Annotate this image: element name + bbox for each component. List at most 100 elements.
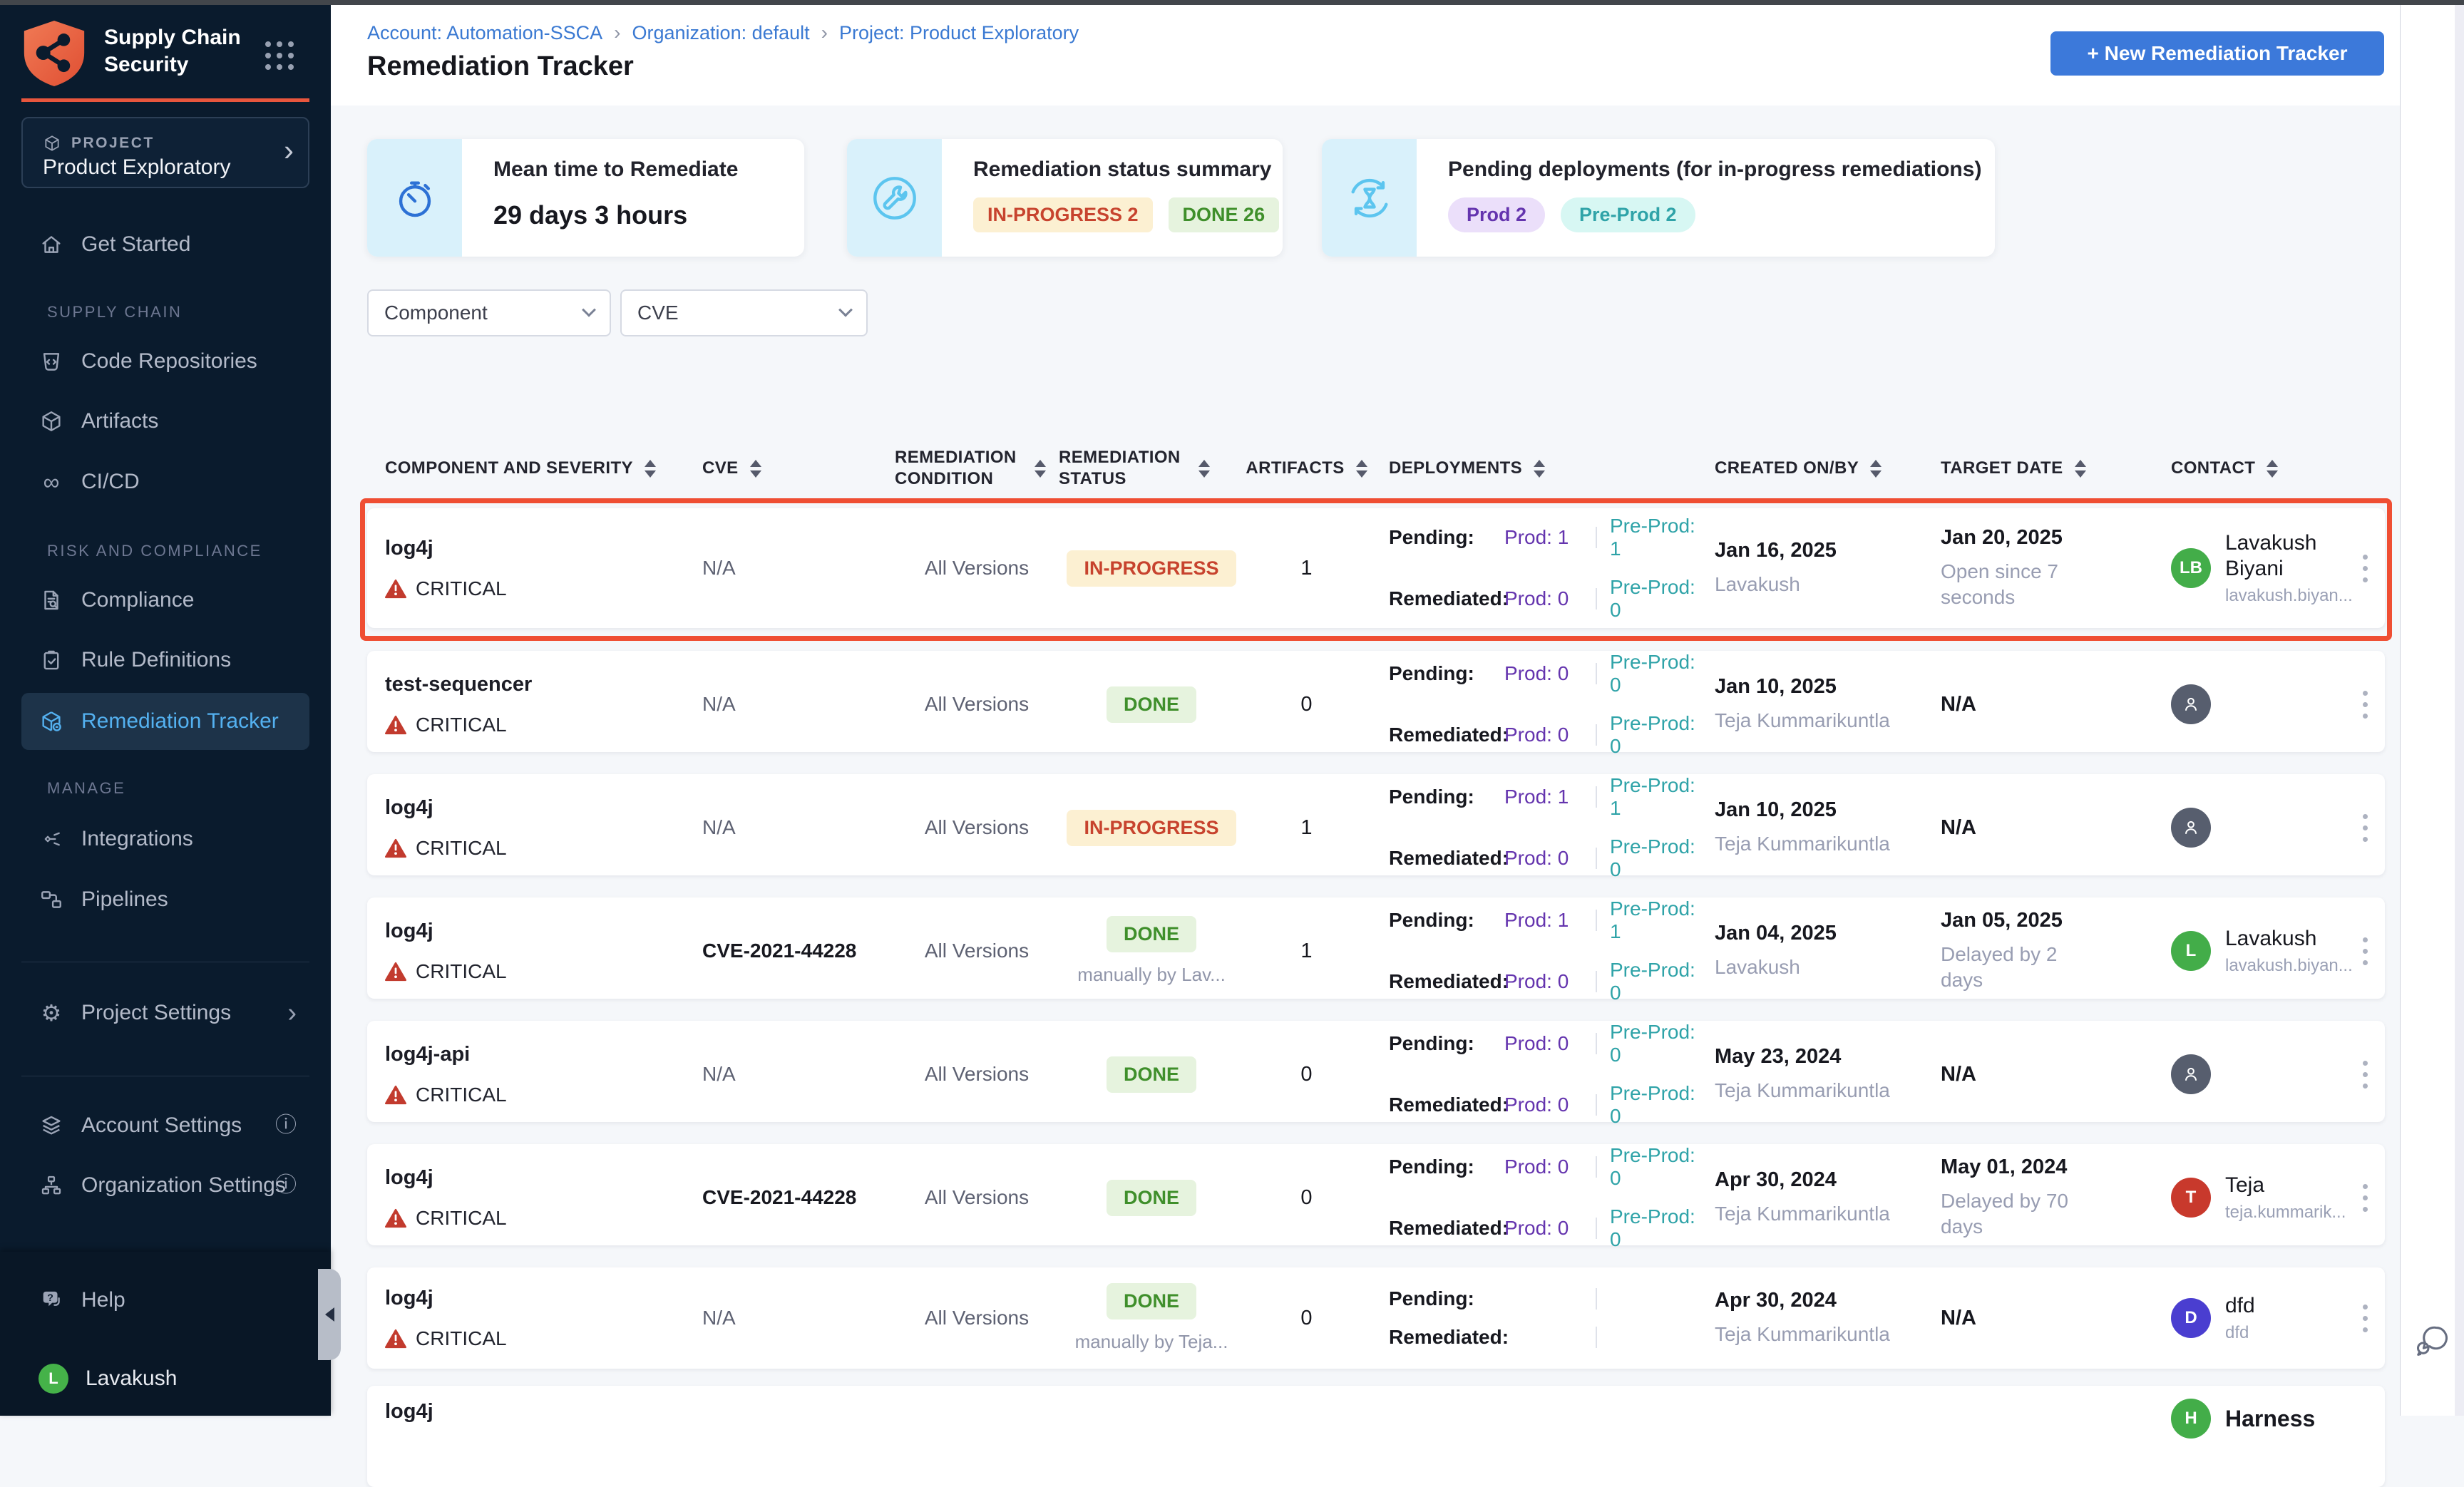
chevron-right-icon: ›	[287, 998, 297, 1029]
table-row[interactable]: log4j CRITICAL N/A All Versions DONEmanu…	[367, 1267, 2385, 1369]
contact-cell: LLavakushlavakush.biyan...	[2153, 926, 2346, 976]
target-date-cell: Jan 05, 2025Delayed by 2 days	[1925, 909, 2153, 993]
pipelines-icon	[38, 887, 64, 912]
pending-preprod: Pre-Prod: 0	[1610, 651, 1704, 696]
sidebar-item-compliance[interactable]: Compliance	[21, 575, 309, 626]
help-chat-icon: ?	[38, 1288, 64, 1312]
column-header-remediation-condition[interactable]: REMEDIATION CONDITION	[895, 447, 1059, 490]
table-row[interactable]: log4j CRITICAL N/A All Versions IN-PROGR…	[367, 774, 2385, 875]
table-row[interactable]: log4j CRITICAL N/A All Versions IN-PROGR…	[367, 508, 2385, 628]
component-name: log4j	[385, 1166, 702, 1190]
table-row[interactable]: test-sequencer CRITICAL N/A All Versions…	[367, 651, 2385, 752]
sidebar-item-artifacts[interactable]: Artifacts	[21, 396, 309, 447]
component-filter-dropdown[interactable]: Component	[367, 289, 611, 336]
column-header-deployments[interactable]: DEPLOYMENTS	[1369, 458, 1704, 479]
sidebar-item-cicd[interactable]: ∞ CI/CD	[21, 456, 309, 508]
account-settings-icon	[38, 1113, 64, 1138]
remediation-condition-cell: All Versions	[895, 557, 1059, 580]
sidebar-item-remediation-tracker[interactable]: Remediation Tracker	[21, 693, 309, 750]
row-menu-kebab[interactable]	[2346, 930, 2385, 972]
row-menu-kebab[interactable]	[2346, 1177, 2385, 1219]
remediated-preprod: Pre-Prod: 0	[1610, 835, 1704, 881]
sidebar-collapse-handle[interactable]	[318, 1269, 341, 1360]
code-repo-icon	[38, 349, 64, 374]
table-row[interactable]: log4j-api CRITICAL N/A All Versions DONE…	[367, 1021, 2385, 1122]
pending-preprod: Pre-Prod: 0	[1610, 1021, 1704, 1066]
sidebar: Supply Chain Security PROJECT Product Ex…	[0, 0, 331, 1416]
sidebar-item-integrations[interactable]: Integrations	[21, 813, 309, 865]
project-name: Product Exploratory	[43, 155, 230, 180]
row-menu-kebab[interactable]	[2346, 807, 2385, 849]
sidebar-user-chip[interactable]: L Lavakush	[21, 1353, 309, 1404]
row-menu-kebab[interactable]	[2346, 1297, 2385, 1339]
module-switcher-icon[interactable]	[265, 41, 294, 70]
table-row[interactable]: log4j CRITICAL CVE-2021-44228 All Versio…	[367, 1144, 2385, 1245]
critical-severity-icon	[385, 579, 406, 599]
critical-severity-icon	[385, 1208, 406, 1228]
cve-filter-dropdown[interactable]: CVE	[620, 289, 868, 336]
remediation-condition-cell: All Versions	[895, 940, 1059, 962]
pending-prod: Prod: 1	[1504, 786, 1583, 808]
sidebar-item-label: Get Started	[81, 232, 190, 257]
remediated-prod: Prod: 0	[1504, 847, 1583, 870]
in-progress-count-badge: IN-PROGRESS 2	[973, 197, 1153, 232]
breadcrumb-project[interactable]: Project: Product Exploratory	[839, 22, 1079, 44]
remediated-prod: Prod: 0	[1504, 970, 1583, 993]
deployments-cell: Pending:Prod: 0Pre-Prod: 0 Remediated:Pr…	[1369, 1144, 1704, 1251]
row-menu-kebab[interactable]	[2346, 684, 2385, 726]
critical-severity-icon	[385, 1085, 406, 1105]
project-selector[interactable]: PROJECT Product Exploratory ›	[21, 117, 309, 188]
column-header-remediation-status[interactable]: REMEDIATION STATUS	[1059, 447, 1244, 490]
section-supply-chain: SUPPLY CHAIN	[47, 303, 182, 321]
sidebar-item-pipelines[interactable]: Pipelines	[21, 874, 309, 925]
remediated-preprod: Pre-Prod: 0	[1610, 712, 1704, 758]
stopwatch-icon	[367, 139, 462, 257]
new-remediation-tracker-button[interactable]: + New Remediation Tracker	[2050, 31, 2384, 76]
chat-support-button[interactable]	[2412, 1320, 2452, 1360]
sidebar-item-rule-definitions[interactable]: Rule Definitions	[21, 634, 309, 686]
column-header-cve[interactable]: CVE	[702, 458, 895, 479]
sidebar-item-label: CI/CD	[81, 470, 140, 494]
row-menu-kebab[interactable]	[2346, 547, 2385, 590]
remediation-status-cell: DONEmanually by Lav...	[1059, 916, 1244, 986]
gear-icon: ⚙	[38, 1002, 64, 1024]
column-header-contact[interactable]: CONTACT	[2153, 458, 2346, 479]
sidebar-item-label: Project Settings	[81, 1001, 231, 1025]
column-header-artifacts[interactable]: ARTIFACTS	[1244, 458, 1369, 479]
remediation-status-cell: IN-PROGRESS	[1059, 810, 1244, 846]
contact-avatar: T	[2171, 1178, 2211, 1218]
breadcrumb-organization[interactable]: Organization: default	[632, 22, 810, 44]
component-name: log4j	[385, 796, 702, 820]
breadcrumb-account[interactable]: Account: Automation-SSCA	[367, 22, 602, 44]
sidebar-item-project-settings[interactable]: ⚙ Project Settings ›	[21, 987, 309, 1039]
column-header-created-on-by[interactable]: CREATED ON/BY	[1704, 458, 1925, 479]
sidebar-item-help[interactable]: ? Help	[21, 1275, 309, 1326]
column-header-target-date[interactable]: TARGET DATE	[1925, 458, 2153, 479]
sort-icon	[1035, 460, 1046, 478]
column-header-component-severity[interactable]: COMPONENT AND SEVERITY	[367, 458, 702, 479]
sidebar-item-get-started[interactable]: Get Started	[21, 219, 309, 270]
status-badge: IN-PROGRESS	[1067, 810, 1236, 846]
sidebar-item-organization-settings[interactable]: Organization Settings ⓘ	[21, 1160, 309, 1211]
sidebar-footer: ? Help L Lavakush	[0, 1252, 331, 1416]
filter-label: CVE	[637, 302, 679, 324]
remediation-condition-cell: All Versions	[895, 693, 1059, 716]
row-menu-kebab[interactable]	[2346, 1054, 2385, 1096]
sidebar-item-code-repositories[interactable]: Code Repositories	[21, 336, 309, 387]
remediation-condition-cell: All Versions	[895, 1063, 1059, 1086]
table-row-partial[interactable]: log4j H Harness	[367, 1386, 2385, 1487]
scrollbar-track[interactable]	[2455, 0, 2464, 1416]
brand-accent-bar	[21, 98, 309, 102]
cve-cell: N/A	[702, 1063, 895, 1086]
critical-severity-icon	[385, 962, 406, 982]
card-title: Mean time to Remediate	[493, 158, 738, 182]
chevron-right-icon: ›	[821, 21, 828, 44]
table-row[interactable]: log4j CRITICAL CVE-2021-44228 All Versio…	[367, 897, 2385, 999]
sort-icon	[1534, 460, 1545, 478]
sidebar-item-account-settings[interactable]: Account Settings ⓘ	[21, 1100, 309, 1151]
target-date-cell: N/A	[1925, 693, 2153, 716]
sort-icon	[1198, 460, 1210, 478]
remediation-status-cell: IN-PROGRESS	[1059, 550, 1244, 587]
created-on-by-cell: Jan 10, 2025Teja Kummarikuntla	[1704, 798, 1925, 857]
severity-label: CRITICAL	[416, 1084, 507, 1106]
